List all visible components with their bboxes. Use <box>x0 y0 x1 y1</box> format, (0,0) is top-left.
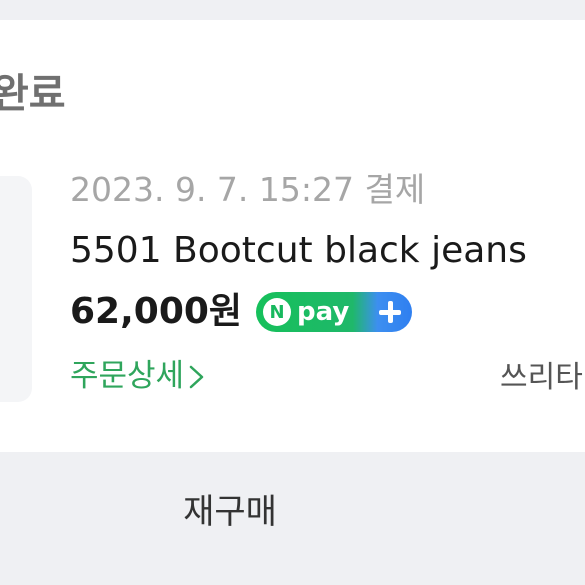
order-status-title: 완료 <box>0 71 66 117</box>
top-divider-strip <box>0 0 585 20</box>
product-name[interactable]: 5501 Bootcut black jeans <box>70 229 527 272</box>
npay-logo-icon: N <box>263 298 292 326</box>
npay-label: pay <box>297 297 350 327</box>
order-detail-label: 주문상세 <box>70 358 185 394</box>
reorder-button[interactable]: 재구매 <box>0 452 460 565</box>
order-payment-date: 2023. 9. 7. 15:27 결제 <box>70 170 426 209</box>
product-thumbnail[interactable] <box>0 176 32 402</box>
order-history-page: 완료 2023. 9. 7. 15:27 결제 5501 Bootcut bla… <box>0 0 585 585</box>
chevron-right-icon <box>189 365 204 388</box>
price-row: 62,000원 N pay <box>70 287 413 337</box>
plus-icon <box>374 296 406 328</box>
npay-badge: N pay <box>256 292 413 332</box>
seller-name[interactable]: 쓰리타 <box>500 360 583 396</box>
product-price: 62,000원 <box>70 291 243 332</box>
order-detail-link[interactable]: 주문상세 <box>70 358 208 395</box>
